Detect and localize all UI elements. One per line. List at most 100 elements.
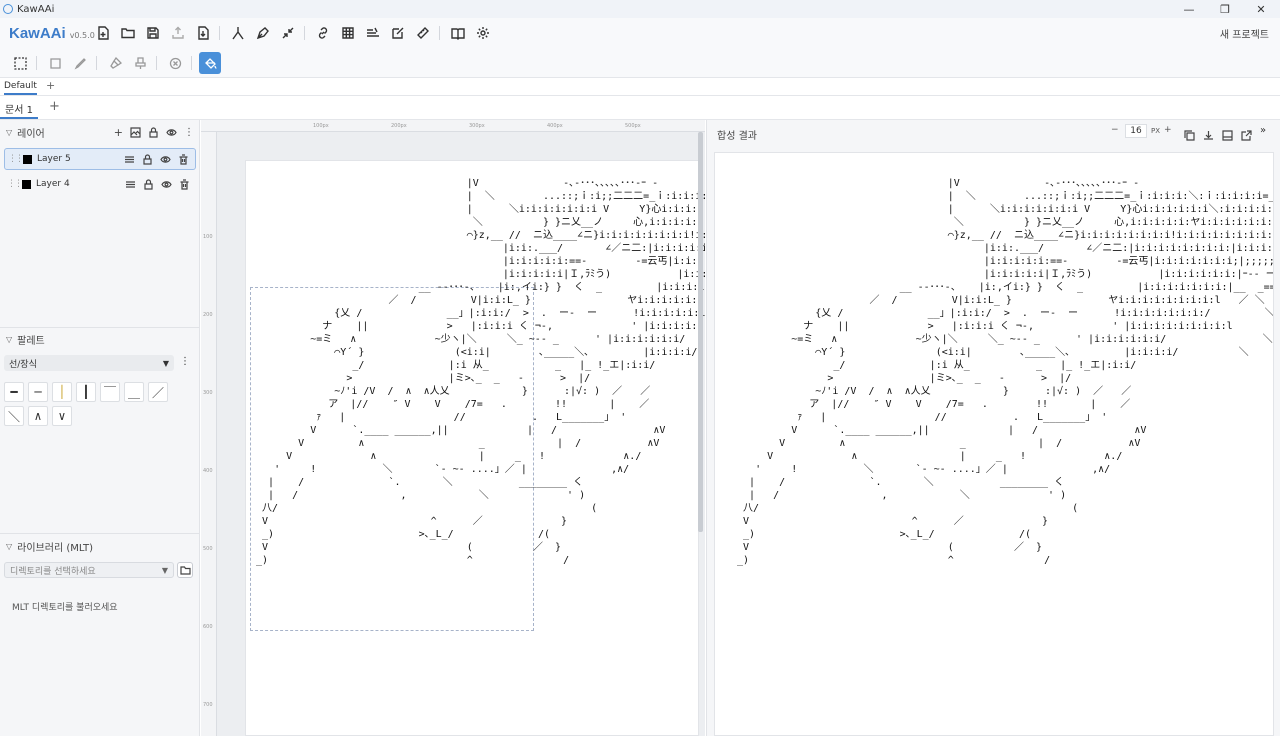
image-icon[interactable] <box>130 126 141 138</box>
close-button[interactable]: ✕ <box>1242 0 1280 18</box>
lock-icon[interactable] <box>148 126 159 138</box>
left-panel: ▽ 레이어 + ⋮ ⋮⋮ Layer 5 ⋮⋮ Layer 4 ▽ 팔레트 선/… <box>0 120 200 736</box>
toolbar-separator <box>304 26 305 40</box>
import-button[interactable] <box>193 22 213 44</box>
layer-name: Layer 5 <box>37 154 71 164</box>
library-header[interactable]: ▽ 라이브러리 (MLT) <box>0 535 200 557</box>
palette-glyph[interactable]: ￣ <box>100 382 120 402</box>
palette-glyph[interactable]: ／ <box>148 382 168 402</box>
save-image-button[interactable] <box>1222 126 1233 141</box>
palette-glyph[interactable]: ∧ <box>28 406 48 426</box>
palette-glyph[interactable]: ─ <box>28 382 48 402</box>
open-button[interactable] <box>118 22 138 44</box>
zoom-size-input[interactable]: 16 <box>1125 124 1147 138</box>
layer-set-tabs: Default + <box>0 78 1280 96</box>
add-layer-button[interactable]: + <box>114 127 123 138</box>
minimize-button[interactable]: — <box>1170 0 1208 18</box>
menu-icon[interactable] <box>125 179 136 190</box>
copy-icon <box>1184 130 1195 141</box>
drag-handle-icon[interactable]: ⋮⋮ <box>7 179 23 189</box>
rectangle-tool[interactable] <box>44 52 66 74</box>
lock-icon[interactable] <box>143 178 154 190</box>
palette-glyph[interactable]: ＼ <box>4 406 24 426</box>
stamp-tool[interactable] <box>129 52 151 74</box>
layer-color-swatch[interactable] <box>23 154 32 164</box>
eye-icon[interactable] <box>160 154 171 165</box>
title-bar: KawAAi — ❐ ✕ <box>0 0 1280 18</box>
eye-icon[interactable] <box>161 179 172 190</box>
new-project-button[interactable]: 새 프로젝트 <box>1220 26 1269 41</box>
palette-glyph[interactable]: │ <box>52 382 72 402</box>
new-file-button[interactable] <box>93 22 113 44</box>
composite-panel: 합성 결과 − 16 PX + » |V -､-･･･､､､､､･･･-ｰ - … <box>706 120 1280 736</box>
lock-icon[interactable] <box>142 153 153 165</box>
palette-glyph[interactable]: ┃ <box>76 382 96 402</box>
palette-header[interactable]: ▽ 팔레트 <box>0 328 200 350</box>
download-button[interactable] <box>1203 126 1214 140</box>
zoom-in-button[interactable]: + <box>1164 125 1172 135</box>
brush-tool[interactable] <box>69 52 91 74</box>
pen-button[interactable] <box>253 22 273 44</box>
canvas-scrollbar[interactable] <box>698 132 703 532</box>
toolbar-separator <box>191 56 192 70</box>
merge-button[interactable] <box>228 22 248 44</box>
layers-header[interactable]: ▽ 레이어 + ⋮ <box>0 121 200 143</box>
copy-button[interactable] <box>1184 126 1195 141</box>
canvas-page[interactable]: |V -､-･･･､､､､､･･･-ｰ - | ＼ ...::;ｉ:i;;二二二… <box>245 160 705 736</box>
save-button[interactable] <box>143 22 163 44</box>
new-file-icon <box>98 26 109 40</box>
ruler-label: 300px <box>469 123 485 129</box>
layer-row-layer-4[interactable]: ⋮⋮ Layer 4 <box>4 173 196 195</box>
add-layer-set-button[interactable]: + <box>46 79 55 92</box>
eye-icon[interactable] <box>166 127 177 138</box>
menu-icon[interactable] <box>124 154 135 165</box>
library-folder-button[interactable] <box>177 562 193 578</box>
more-icon[interactable]: ⋮ <box>184 127 194 138</box>
collapse-button[interactable] <box>278 22 298 44</box>
open-external-button[interactable] <box>1241 126 1252 141</box>
editor-canvas[interactable]: 100px 200px 300px 400px 500px 100 200 30… <box>201 120 705 736</box>
tab-document-1[interactable]: 문서 1 <box>0 96 38 119</box>
book-icon <box>451 28 465 40</box>
add-document-button[interactable]: + <box>49 99 60 114</box>
layer-actions <box>124 153 189 165</box>
export-button[interactable] <box>168 22 188 44</box>
composite-preview: |V -､-･･･､､､､､･･･-ｰ - | ＼ ...::;ｉ:i;;二二二… <box>714 152 1274 736</box>
link-button[interactable] <box>313 22 333 44</box>
library-directory-select[interactable]: 디렉토리를 선택하세요 ▼ <box>4 562 174 578</box>
composite-art: |V -､-･･･､､､､､･･･-ｰ - | ＼ ...::;ｉ:i;;二二二… <box>737 178 1274 566</box>
layer-row-layer-5[interactable]: ⋮⋮ Layer 5 <box>4 148 196 170</box>
edit-box-button[interactable] <box>388 22 408 44</box>
paint-brush-tool[interactable] <box>104 52 126 74</box>
text-align-button[interactable] <box>363 22 383 44</box>
zoom-out-button[interactable]: − <box>1111 125 1119 135</box>
pen-icon <box>256 27 269 40</box>
palette-category-value: 선/장식 <box>9 359 37 370</box>
drag-handle-icon[interactable]: ⋮⋮ <box>8 154 24 164</box>
trash-icon[interactable] <box>179 178 190 190</box>
ruler-label: 200 <box>203 312 213 318</box>
cancel-tool[interactable] <box>164 52 186 74</box>
collapse-panel-icon[interactable]: » <box>1260 126 1271 137</box>
paint-brush-icon <box>109 56 122 69</box>
settings-button[interactable] <box>473 22 493 44</box>
ascii-art-canvas[interactable]: |V -､-･･･､､､､､･･･-ｰ - | ＼ ...::;ｉ:i;;二二二… <box>250 177 705 567</box>
fill-bucket-tool[interactable] <box>199 52 221 74</box>
palette-category-select[interactable]: 선/장식 ▼ <box>4 355 174 371</box>
ruler-button[interactable] <box>413 22 433 44</box>
palette-more-icon[interactable]: ⋮ <box>180 356 190 367</box>
book-button[interactable] <box>448 22 468 44</box>
select-rect-tool[interactable] <box>9 52 31 74</box>
palette-glyph[interactable]: ＿ <box>124 382 144 402</box>
app-version: v0.5.0 <box>69 31 95 40</box>
layer-color-swatch[interactable] <box>22 179 31 189</box>
library-title: 라이브러리 (MLT) <box>17 542 94 554</box>
trash-icon[interactable] <box>178 153 189 165</box>
tab-default[interactable]: Default <box>4 81 37 95</box>
maximize-button[interactable]: ❐ <box>1206 0 1244 18</box>
grid-icon <box>342 27 354 39</box>
palette-glyph[interactable]: ━ <box>4 382 24 402</box>
grid-button[interactable] <box>338 22 358 44</box>
palette-glyph[interactable]: ∨ <box>52 406 72 426</box>
panel-divider[interactable] <box>0 533 200 534</box>
